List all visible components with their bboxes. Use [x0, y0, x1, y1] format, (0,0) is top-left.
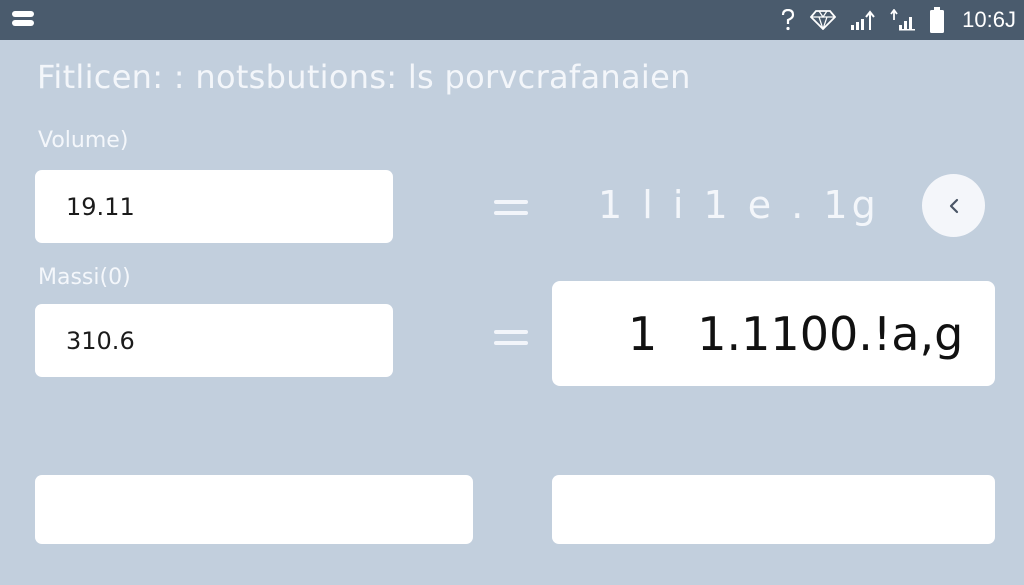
- status-time: 10:6J: [962, 7, 1016, 32]
- mass-input[interactable]: 310.6: [35, 304, 393, 377]
- volume-input[interactable]: 19.11: [35, 170, 393, 243]
- result-display: 1 1.1100.!a,g: [552, 281, 995, 386]
- signal-icon: [851, 10, 875, 30]
- result-value: 1.1100.!a,g: [697, 306, 964, 361]
- result-prefix: 1: [628, 306, 658, 361]
- battery-icon: [930, 7, 945, 33]
- page-title: Fitlicen: : notsbutions: ls porvcrafanai…: [37, 58, 691, 96]
- menu-icon[interactable]: [10, 10, 36, 28]
- status-bar: 10:6J: [0, 0, 1024, 40]
- help-icon: [782, 9, 795, 31]
- diamond-icon: [810, 10, 837, 30]
- status-icons: 10:6J: [780, 0, 1016, 40]
- action-button-right[interactable]: [552, 475, 995, 544]
- action-button-left[interactable]: [35, 475, 473, 544]
- chevron-left-icon: [949, 198, 958, 213]
- equals-icon: [494, 197, 528, 219]
- equals-icon: [494, 327, 528, 349]
- volume-label: Volume): [38, 128, 129, 153]
- mass-label: Massi(0): [38, 265, 131, 290]
- volume-result: 1 l i 1 e . 1g: [598, 183, 880, 227]
- back-button[interactable]: [922, 174, 985, 237]
- signal-data-icon: [890, 9, 916, 31]
